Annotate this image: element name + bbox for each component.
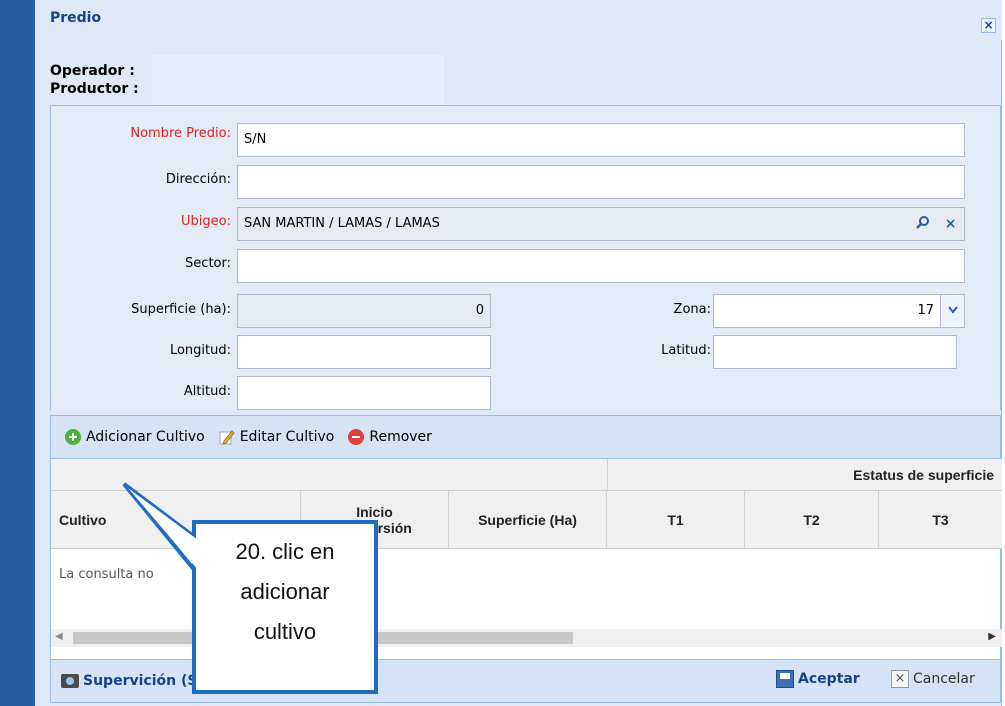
ubigeo-label: Ubigeo: (181, 214, 231, 229)
productor-label: Productor : (50, 81, 139, 97)
sector-label: Sector: (185, 256, 231, 271)
operador-label: Operador : (50, 63, 135, 79)
zona-select[interactable]: 17 (713, 294, 965, 328)
operator-info: Operador : Productor : (50, 62, 139, 98)
save-icon (776, 670, 794, 688)
predio-form: Nombre Predio: S/N Dirección: Ubigeo: SA… (50, 105, 1001, 410)
col-t3[interactable]: T3 (879, 491, 1002, 549)
superficie-input[interactable]: 0 (237, 294, 491, 328)
altitud-input[interactable] (237, 376, 491, 410)
annotation-callout: 20. clic en adicionar cultivo (192, 520, 378, 694)
ubigeo-field[interactable]: SAN MARTIN / LAMAS / LAMAS × (237, 207, 965, 241)
nombre-predio-label: Nombre Predio: (130, 126, 231, 141)
ubigeo-buttons: × (908, 208, 964, 240)
superficie-label: Superficie (ha): (131, 302, 231, 317)
cultivo-toolbar: Adicionar Cultivo Editar Cultivo Remover (50, 415, 1001, 459)
add-circle-icon (65, 429, 81, 445)
search-icon[interactable] (915, 208, 930, 240)
col-superficie[interactable]: Superficie (Ha) (449, 491, 607, 549)
add-cultivo-button[interactable]: Adicionar Cultivo (65, 429, 205, 445)
direccion-label: Dirección: (165, 172, 231, 187)
remove-circle-icon (348, 429, 365, 445)
operator-info-panel (152, 55, 444, 105)
chevron-down-icon[interactable] (940, 295, 964, 327)
ubigeo-value: SAN MARTIN / LAMAS / LAMAS (244, 216, 440, 231)
add-cultivo-label: Adicionar Cultivo (86, 429, 205, 445)
scroll-right-icon[interactable]: ▶ (988, 631, 996, 642)
zona-value: 17 (917, 303, 934, 318)
dialog-title: Predio (50, 10, 102, 26)
altitud-label: Altitud: (183, 384, 231, 399)
edit-cultivo-button[interactable]: Editar Cultivo (219, 429, 335, 445)
accept-label: Aceptar (798, 671, 860, 687)
close-icon[interactable]: × (981, 18, 996, 33)
left-app-strip (0, 0, 40, 706)
pencil-icon (219, 429, 235, 445)
estatus-superficie-header: Estatus de superficie (853, 467, 994, 483)
edit-cultivo-label: Editar Cultivo (239, 429, 335, 445)
longitud-label: Longitud: (169, 343, 231, 358)
dialog-title-bar: Predio × (40, 0, 1002, 40)
nombre-predio-input[interactable]: S/N (237, 123, 965, 157)
longitud-input[interactable] (237, 335, 491, 369)
scroll-left-icon[interactable]: ◀ (55, 631, 63, 642)
sector-input[interactable] (237, 249, 965, 283)
x-icon: × (891, 670, 909, 688)
grid-group-header: Estatus de superficie (51, 459, 1002, 491)
cancel-button[interactable]: × Cancelar (891, 670, 975, 688)
direccion-input[interactable] (237, 165, 965, 199)
clear-icon[interactable]: × (945, 208, 957, 240)
accept-button[interactable]: Aceptar (776, 670, 860, 688)
grid-empty-message: La consulta no (59, 567, 154, 582)
col-t2[interactable]: T2 (745, 491, 879, 549)
predio-dialog: Predio × Operador : Productor : Nombre P… (40, 0, 1002, 706)
remove-cultivo-button[interactable]: Remover (348, 429, 432, 445)
callout-text: 20. clic en adicionar cultivo (235, 539, 335, 644)
latitud-input[interactable] (713, 335, 957, 369)
remove-cultivo-label: Remover (369, 429, 432, 445)
cancel-label: Cancelar (913, 671, 975, 687)
zona-label: Zona: (673, 302, 711, 317)
camera-icon (61, 674, 79, 688)
col-t1[interactable]: T1 (607, 491, 745, 549)
latitud-label: Latitud: (661, 343, 711, 358)
